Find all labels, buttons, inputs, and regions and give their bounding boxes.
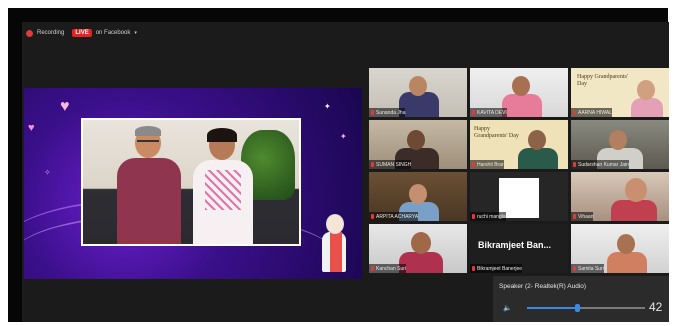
person-image [191, 128, 255, 244]
participant-tile[interactable]: Happy Grandparents' Day Harshit Brar [470, 120, 568, 169]
mic-muted-icon [573, 266, 576, 271]
volume-slider[interactable] [527, 304, 645, 312]
participant-tile[interactable]: SUMAN SINGH [369, 120, 467, 169]
participant-name-bar: Harshit Brar [470, 160, 504, 169]
sparkle-icon: ✦ [340, 132, 347, 141]
participant-tile[interactable]: Sunanda Jha [369, 68, 467, 117]
mic-muted-icon [573, 162, 576, 167]
participant-tile[interactable]: Sudarshan Kumar Jain [571, 120, 669, 169]
volume-slider-fill [527, 307, 577, 309]
participant-name-bar: KAVITA DEVI [470, 108, 507, 117]
chevron-down-icon[interactable]: ▾ [134, 30, 137, 36]
participant-name-bar: Bikramjeet Banerjee [470, 264, 523, 273]
top-bar: Recording LIVE on Facebook ▾ [22, 22, 673, 44]
participant-name-bar: Samita Suri [571, 264, 604, 273]
cartoon-grandma-image [318, 214, 352, 279]
participant-name: Kanchan Suri [376, 265, 407, 272]
participant-tile[interactable]: Vihaan [571, 172, 669, 221]
speaker-device-label[interactable]: Speaker (2- Realtek(R) Audio) [499, 283, 586, 290]
participant-name: Bikramjeet Banerjee [477, 265, 523, 272]
participant-display-name: Bikramjeet Ban... [478, 240, 552, 250]
participant-name: Vihaan [578, 213, 594, 220]
participant-name: Sunanda Jha [376, 109, 406, 116]
participant-tile[interactable]: Kanchan Suri [369, 224, 467, 273]
mic-muted-icon [472, 162, 475, 167]
participant-tile[interactable]: KAVITA DEVI [470, 68, 568, 117]
mic-muted-icon [573, 110, 576, 115]
heart-icon: ♥ [60, 98, 70, 115]
participant-name: Samita Suri [578, 265, 604, 272]
featured-photo [81, 118, 301, 246]
volume-slider-thumb[interactable] [574, 304, 580, 312]
participant-gallery: Sunanda Jha KAVITA DEVI Happy Grandparen… [369, 68, 669, 278]
mic-muted-icon [472, 110, 475, 115]
live-badge[interactable]: LIVE [72, 29, 92, 37]
volume-value: 42 [649, 300, 663, 314]
person-image [117, 126, 181, 244]
mic-muted-icon [472, 266, 475, 271]
speaker-volume-panel: Speaker (2- Realtek(R) Audio) 🔈 42 [493, 276, 669, 322]
participant-tile[interactable]: Happy Grandparents' Day AARNA HIWAL [571, 68, 669, 117]
participant-tile[interactable]: ARPITA ACHARYA [369, 172, 467, 221]
participant-name-bar: ruchi mangla [470, 212, 506, 221]
sparkle-icon: ✦ [324, 102, 331, 111]
sparkle-icon: ✧ [44, 168, 51, 177]
recording-icon [26, 29, 33, 37]
participant-tile[interactable]: Samita Suri [571, 224, 669, 273]
participant-name-bar: Kanchan Suri [369, 264, 407, 273]
mic-muted-icon [371, 214, 374, 219]
participant-name: KAVITA DEVI [477, 109, 507, 116]
mic-muted-icon [371, 162, 374, 167]
speaker-icon[interactable]: 🔈 [503, 304, 512, 312]
recording-label: Recording [37, 30, 65, 36]
participant-name: AARNA HIWAL [578, 109, 612, 116]
participant-name-bar: SUMAN SINGH [369, 160, 412, 169]
mic-muted-icon [371, 110, 374, 115]
mic-muted-icon [573, 214, 576, 219]
mic-muted-icon [371, 266, 374, 271]
meeting-window: Recording LIVE on Facebook ▾ ♥ ♥ ✦ ✦ ✧ S… [22, 22, 669, 322]
participant-name-bar: ARPITA ACHARYA [369, 212, 419, 221]
facebook-stream-label[interactable]: on Facebook [96, 30, 131, 36]
participant-name: Sudarshan Kumar Jain [578, 161, 629, 168]
card-text: Happy Grandparents' Day [474, 126, 519, 139]
participant-name-bar: Sunanda Jha [369, 108, 406, 117]
participant-name: Harshit Brar [477, 161, 504, 168]
participant-name: SUMAN SINGH [376, 161, 412, 168]
heart-icon: ♥ [28, 122, 35, 134]
participant-name-bar: Vihaan [571, 212, 594, 221]
participant-name: ruchi mangla [477, 213, 506, 220]
participant-tile[interactable]: Bikramjeet Ban... Bikramjeet Banerjee [470, 224, 568, 273]
participant-name-bar: Sudarshan Kumar Jain [571, 160, 629, 169]
participant-tile[interactable]: ruchi mangla [470, 172, 568, 221]
participant-name: ARPITA ACHARYA [376, 213, 419, 220]
mic-muted-icon [472, 214, 475, 219]
participant-name-bar: AARNA HIWAL [571, 108, 612, 117]
card-text: Happy Grandparents' Day [577, 74, 628, 87]
main-video-stage[interactable]: ♥ ♥ ✦ ✦ ✧ [24, 88, 362, 279]
